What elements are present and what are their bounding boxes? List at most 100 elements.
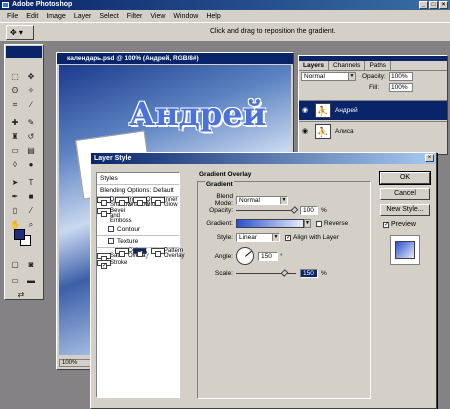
checkbox[interactable] [118, 251, 125, 257]
menu-select[interactable]: Select [95, 13, 122, 20]
slice-tool-icon[interactable]: ∕ [25, 99, 37, 110]
styles-item-blending-options[interactable]: Blending Options: Default [97, 185, 179, 197]
checkbox[interactable] [101, 211, 107, 217]
styles-item-inner-glow[interactable]: Inner Glow [150, 197, 178, 208]
close-icon[interactable]: × [425, 154, 434, 162]
menu-layer[interactable]: Layer [70, 13, 96, 20]
blur-tool-icon[interactable]: ◊ [9, 159, 21, 170]
minimize-button[interactable]: _ [419, 1, 428, 9]
blend-mode-select[interactable]: Normal ▼ [236, 195, 288, 205]
brush-tool-icon[interactable]: ✎ [25, 117, 37, 128]
checkbox[interactable]: ✓ [136, 251, 143, 257]
checkbox[interactable] [154, 251, 161, 257]
type-tool-icon[interactable]: T [25, 177, 37, 188]
slider-knob[interactable] [280, 269, 289, 277]
degree-sign: ° [280, 252, 283, 260]
angle-field[interactable]: 150 [258, 251, 278, 261]
styles-item-bevel-emboss[interactable]: Bevel and Emboss [97, 208, 132, 224]
magic-wand-tool-icon[interactable]: ✧ [25, 85, 37, 96]
menu-view[interactable]: View [146, 13, 169, 20]
angle-dial[interactable] [236, 247, 254, 265]
pen-tool-icon[interactable]: ✒ [9, 191, 21, 202]
menu-file[interactable]: File [3, 13, 22, 20]
menu-edit[interactable]: Edit [22, 13, 42, 20]
menu-bar: File Edit Image Layer Select Filter View… [0, 10, 450, 22]
preview-toggle[interactable]: ✓ Preview [383, 221, 416, 228]
styles-item-contour[interactable]: Contour [97, 224, 179, 236]
marquee-tool-icon[interactable]: ⬚ [9, 71, 21, 82]
layer-blend-mode-select[interactable]: Normal ▼ [301, 72, 356, 81]
styles-item-styles[interactable]: Styles [97, 173, 179, 185]
styles-item-texture[interactable]: Texture [97, 236, 179, 248]
checkbox[interactable] [108, 238, 114, 244]
new-style-button[interactable]: New Style... [380, 204, 430, 216]
eyedropper-tool-icon[interactable]: ⁄ [25, 205, 37, 216]
quick-mask-mode-icon[interactable]: ◙ [25, 259, 37, 270]
checkbox[interactable] [118, 200, 125, 206]
menu-window[interactable]: Window [169, 13, 202, 20]
crop-tool-icon[interactable]: ⌗ [9, 99, 21, 110]
style-select[interactable]: Linear ▼ [236, 233, 280, 242]
scale-field[interactable]: 150 [300, 269, 318, 278]
lasso-tool-icon[interactable]: ʘ [9, 85, 21, 96]
maximize-button[interactable]: □ [429, 1, 438, 9]
layer-item-alisa[interactable]: ◉ ⛹ Алиса [299, 121, 447, 141]
healing-brush-tool-icon[interactable]: ✚ [9, 117, 21, 128]
foreground-color-swatch[interactable] [14, 229, 25, 240]
history-brush-tool-icon[interactable]: ↺ [25, 131, 37, 142]
styles-item-gradient-overlay[interactable]: ✓Gradient Overlay [132, 248, 171, 259]
full-screen-mode-icon[interactable]: ▬ [25, 275, 37, 286]
styles-item-color-overlay[interactable]: Color Overlay [114, 248, 149, 259]
checkbox[interactable] [101, 200, 107, 206]
eye-icon[interactable]: ◉ [302, 106, 310, 114]
menu-image[interactable]: Image [42, 13, 69, 20]
styles-item-outer-glow[interactable]: Outer Glow [132, 197, 161, 208]
chevron-down-icon[interactable]: ▼ [304, 219, 311, 228]
menu-help[interactable]: Help [202, 13, 224, 20]
eye-icon[interactable]: ◉ [302, 127, 310, 135]
layer-item-andrey[interactable]: ◉ ⛹ Андрей [299, 100, 447, 120]
cancel-button[interactable]: Cancel [380, 188, 430, 200]
align-with-layer-checkbox[interactable]: ✓ [285, 234, 291, 241]
close-button[interactable]: × [439, 1, 448, 9]
styles-item-label: Bevel and Emboss [110, 208, 132, 224]
standard-mode-icon[interactable]: ▢ [9, 259, 21, 270]
clone-stamp-tool-icon[interactable]: ♜ [9, 131, 21, 142]
checkbox[interactable] [154, 200, 161, 206]
path-selection-tool-icon[interactable]: ➤ [9, 177, 21, 188]
preview-checkbox[interactable]: ✓ [383, 222, 389, 228]
menu-filter[interactable]: Filter [123, 13, 147, 20]
layer-opacity-field[interactable]: 100% [389, 72, 413, 81]
zoom-tool-icon[interactable]: ⌕ [25, 219, 37, 230]
slider-knob[interactable] [290, 206, 299, 214]
styles-item-satin[interactable]: Satin [97, 253, 124, 262]
tool-preset-picker[interactable]: ✥ ▾ [6, 25, 34, 40]
preview-label: Preview [391, 221, 416, 228]
layer-name: Андрей [335, 107, 358, 114]
jump-to-imageready-icon[interactable]: ⇄ [15, 289, 27, 300]
checkbox[interactable] [108, 226, 114, 232]
move-tool-icon[interactable]: ✥ [25, 71, 37, 82]
layer-fill-field[interactable]: 100% [389, 83, 413, 92]
reverse-checkbox[interactable] [316, 220, 322, 227]
styles-item-stroke[interactable]: ✓ Stroke [97, 260, 127, 269]
dodge-tool-icon[interactable]: ● [25, 159, 37, 170]
notes-tool-icon[interactable]: ▯ [9, 205, 21, 216]
opacity-field[interactable]: 100 [300, 206, 318, 215]
scale-slider[interactable] [236, 269, 296, 278]
opacity-slider[interactable] [236, 206, 299, 215]
shape-tool-icon[interactable]: ■ [25, 191, 37, 202]
tab-paths[interactable]: Paths [365, 61, 392, 70]
tab-channels[interactable]: Channels [329, 61, 366, 70]
styles-item-inner-shadow[interactable]: Inner Shadow [114, 197, 150, 208]
checkbox[interactable] [136, 200, 143, 206]
tab-layers[interactable]: Layers [299, 61, 329, 70]
styles-item-drop-shadow[interactable]: Drop Shadow [97, 197, 132, 208]
screen-mode-icon[interactable]: ▭ [9, 275, 21, 286]
gradient-picker[interactable] [236, 219, 304, 228]
gradient-tool-icon[interactable]: ▤ [25, 145, 37, 156]
checkbox[interactable]: ✓ [101, 263, 107, 269]
styles-item-pattern-overlay[interactable]: Pattern Overlay [150, 248, 185, 259]
ok-button[interactable]: OK [379, 171, 431, 185]
eraser-tool-icon[interactable]: ▭ [9, 145, 21, 156]
